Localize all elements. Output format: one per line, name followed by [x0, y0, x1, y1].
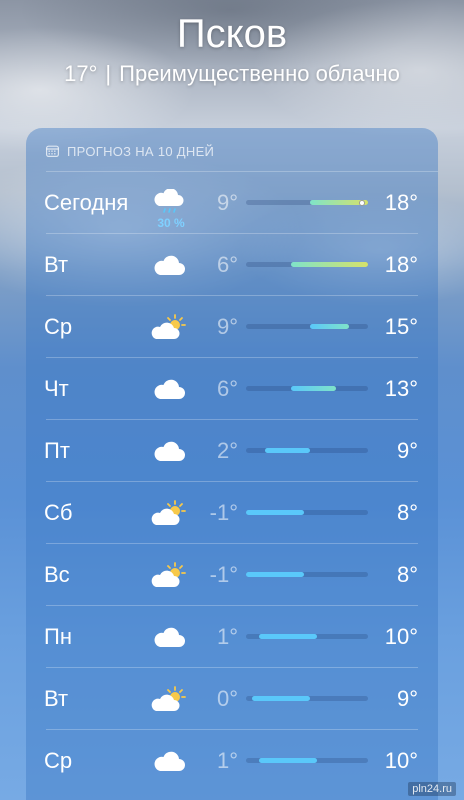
high-temperature: 8° [396, 500, 418, 525]
cloud-rain-icon [151, 189, 187, 217]
forecast-list: Сегодня 30 % 9° 18° Вт 6° 18° Ср 9° 15° Чт 6° 13° Пт 2… [26, 172, 438, 792]
temperature-range-bar [246, 572, 368, 577]
day-label: Вт [44, 252, 69, 277]
low-temperature: 9° [216, 314, 238, 339]
high-temperature: 8° [396, 562, 418, 587]
temperature-range-bar [246, 199, 368, 206]
day-label: Вс [44, 562, 70, 587]
city-name: Псков [176, 12, 288, 56]
temperature-range-bar [246, 262, 368, 267]
forecast-row: Чт 6° 13° [26, 358, 438, 420]
forecast-row: Вт 0° 9° [26, 668, 438, 730]
low-temperature: 1° [216, 748, 238, 773]
cloud-sun-icon [151, 313, 187, 341]
forecast-row: Сб -1° 8° [26, 482, 438, 544]
day-label: Ср [44, 314, 73, 339]
low-temperature: -1° [209, 562, 238, 587]
day-label: Пн [44, 624, 72, 649]
low-temperature: 6° [216, 252, 238, 277]
low-temperature: 1° [216, 624, 238, 649]
day-label: Пт [44, 438, 70, 463]
temperature-range-fill [290, 386, 336, 391]
cloud-sun-icon [151, 561, 187, 589]
temperature-range-fill [252, 696, 311, 701]
temperature-range-bar [246, 448, 368, 453]
low-temperature: 2° [216, 438, 238, 463]
forecast-title: ПРОГНОЗ НА 10 ДНЕЙ [67, 143, 215, 159]
temperature-range-fill [290, 262, 368, 267]
precipitation-chance: 30 % [157, 216, 185, 230]
cloud-icon [151, 437, 187, 465]
high-temperature: 9° [396, 686, 418, 711]
temperature-range-fill [310, 324, 349, 329]
cloud-icon [151, 623, 187, 651]
cloud-icon [151, 375, 187, 403]
low-temperature: 6° [216, 376, 238, 401]
temperature-range-bar [246, 324, 368, 329]
current-conditions: 17° | Преимущественно облачно [0, 60, 464, 88]
day-label: Сб [44, 500, 73, 525]
temperature-range-fill [258, 758, 317, 763]
high-temperature: 13° [384, 376, 418, 401]
low-temperature: 0° [216, 686, 238, 711]
day-label: Ср [44, 748, 73, 773]
cloud-sun-icon [151, 499, 187, 527]
day-label: Сегодня [44, 190, 129, 215]
high-temperature: 10° [384, 624, 418, 649]
cloud-icon [151, 251, 187, 279]
low-temperature: 9° [216, 190, 238, 215]
temperature-range-bar [246, 634, 368, 639]
cloud-icon [151, 747, 187, 775]
day-label: Чт [44, 376, 69, 401]
forecast-row: Сегодня 30 % 9° 18° [26, 172, 438, 234]
location-header: Псков 17° | Преимущественно облачно [0, 10, 464, 88]
high-temperature: 15° [384, 314, 418, 339]
forecast-row: Пт 2° 9° [26, 420, 438, 482]
conditions-separator: | [105, 61, 112, 86]
current-temperature: 17° [64, 61, 98, 86]
calendar-icon [46, 145, 60, 157]
current-temperature-dot [358, 199, 365, 206]
watermark: pln24.ru [408, 782, 456, 796]
forecast-row: Вт 6° 18° [26, 234, 438, 296]
forecast-row: Пн 1° 10° [26, 606, 438, 668]
temperature-range-fill [246, 572, 304, 577]
high-temperature: 18° [384, 252, 418, 277]
forecast-row: Ср 1° 10° [26, 730, 438, 792]
day-label: Вт [44, 686, 69, 711]
cloud-sun-icon [151, 685, 187, 713]
high-temperature: 18° [384, 190, 418, 215]
forecast-row: Вс -1° 8° [26, 544, 438, 606]
temperature-range-bar [246, 758, 368, 763]
temperature-range-fill [246, 510, 304, 515]
temperature-range-fill [258, 634, 317, 639]
temperature-range-fill [265, 448, 311, 453]
forecast-row: Ср 9° 15° [26, 296, 438, 358]
ten-day-forecast-panel[interactable]: ПРОГНОЗ НА 10 ДНЕЙ Сегодня 30 % 9° 18° Вт 6° 1… [26, 128, 438, 800]
temperature-range-bar [246, 510, 368, 515]
temperature-range-bar [246, 696, 368, 701]
low-temperature: -1° [209, 500, 238, 525]
high-temperature: 9° [396, 438, 418, 463]
temperature-range-bar [246, 386, 368, 391]
forecast-header: ПРОГНОЗ НА 10 ДНЕЙ [46, 142, 214, 160]
condition-text: Преимущественно облачно [119, 61, 400, 86]
